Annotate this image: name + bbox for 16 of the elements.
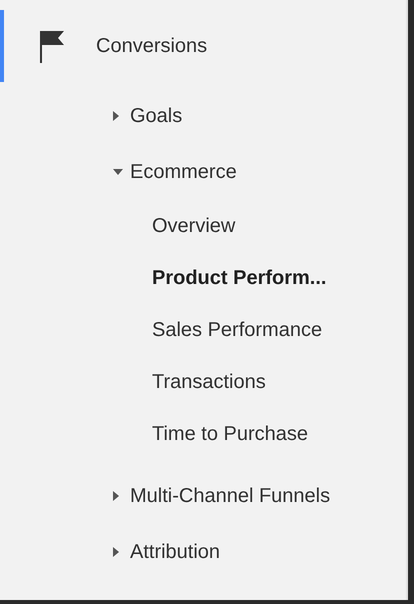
caret-right-icon <box>113 547 119 557</box>
section-title: Conversions <box>96 34 208 58</box>
nav-item[interactable]: Ecommerce <box>0 144 237 200</box>
nav-item[interactable]: Goals <box>0 88 182 144</box>
caret-right-icon <box>113 111 119 121</box>
nav-subitem[interactable]: Time to Purchase <box>152 408 308 460</box>
nav-subitem[interactable]: Overview <box>152 200 236 252</box>
caret-down-icon <box>113 169 123 175</box>
section-header[interactable]: Conversions <box>0 10 218 82</box>
nav-item[interactable]: Attribution <box>0 524 220 580</box>
nav-subitem[interactable]: Product Perform... <box>152 252 326 304</box>
nav-subitem[interactable]: Transactions <box>152 356 266 408</box>
nav-item[interactable]: Multi-Channel Funnels <box>0 468 330 524</box>
caret-right-icon <box>113 491 119 501</box>
flag-icon <box>38 29 66 63</box>
nav-subitem[interactable]: Sales Performance <box>152 304 322 356</box>
